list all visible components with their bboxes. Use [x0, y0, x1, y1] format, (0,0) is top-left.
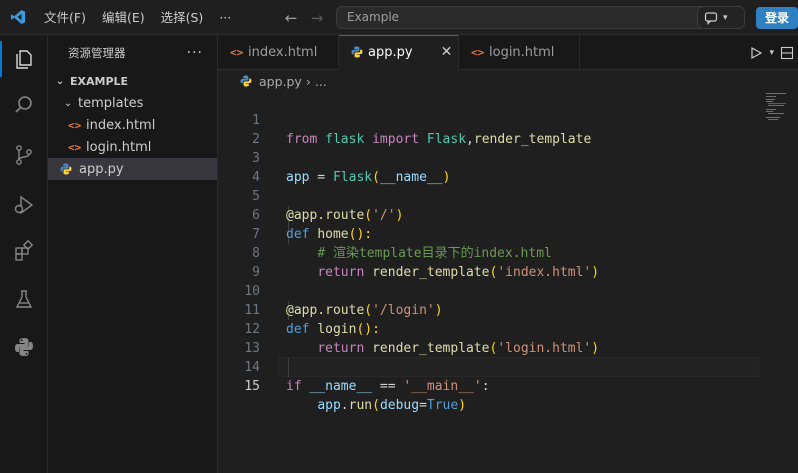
- copilot-chat-icon: [704, 11, 718, 25]
- file-label: app.py: [79, 161, 124, 177]
- chevron-right-icon: ›: [305, 73, 311, 89]
- html-file-icon: <>: [230, 46, 244, 59]
- html-file-icon: <>: [471, 46, 485, 59]
- html-file-icon: <>: [68, 118, 82, 132]
- menu-edit[interactable]: 编辑(E): [94, 0, 153, 35]
- folder-label: templates: [78, 95, 144, 111]
- back-arrow-icon[interactable]: ←: [283, 9, 299, 27]
- title-bar: 文件(F) 编辑(E) 选择(S) ··· ← → Example ▾ 登录: [0, 0, 798, 35]
- folder-templates[interactable]: ⌄ templates: [48, 92, 217, 114]
- token: :: [481, 379, 490, 394]
- editor-actions: ▾: [749, 35, 798, 70]
- code-line-10: 10 @app.route('/login'): [218, 263, 798, 318]
- code-line-11: 11 def login():: [218, 282, 798, 337]
- code-editor[interactable]: 1 from flask import Flask,render_templat…: [218, 92, 798, 473]
- close-icon[interactable]: ✕: [441, 44, 453, 60]
- code-line-2: 2: [218, 111, 798, 147]
- code-line-14: 14 if __name__ == '__main__':: [218, 339, 798, 394]
- code-line-4: 4: [218, 149, 798, 185]
- token: .: [340, 398, 349, 413]
- file-label: index.html: [86, 117, 156, 133]
- menu-bar: 文件(F) 编辑(E) 选择(S) ···: [36, 0, 239, 35]
- token: =: [419, 398, 427, 413]
- tab-label: app.py: [368, 44, 413, 60]
- file-index-html[interactable]: <> index.html: [48, 114, 217, 136]
- breadcrumb: app.py › ...: [218, 70, 798, 92]
- workspace-section[interactable]: ⌄ EXAMPLE: [48, 70, 217, 92]
- workspace-name: EXAMPLE: [70, 74, 129, 88]
- menu-file[interactable]: 文件(F): [36, 0, 94, 35]
- code-line-1: 1 from flask import Flask,render_templat…: [218, 92, 798, 147]
- copilot-button[interactable]: ▾: [697, 6, 745, 29]
- token: (: [372, 398, 380, 413]
- code-line-9: 9: [218, 244, 798, 280]
- file-app-py[interactable]: app.py: [48, 158, 217, 180]
- command-center-search[interactable]: Example: [336, 6, 722, 29]
- token: __name__: [309, 379, 373, 394]
- forward-arrow-icon[interactable]: →: [309, 9, 325, 27]
- line-number: 15: [244, 379, 260, 394]
- chevron-down-icon[interactable]: ▾: [769, 48, 774, 58]
- chevron-down-icon: ▾: [723, 12, 728, 23]
- explorer-icon[interactable]: [0, 37, 48, 81]
- file-login-html[interactable]: <> login.html: [48, 136, 217, 158]
- python-icon[interactable]: [0, 325, 48, 369]
- code-line-8: 8 return render_template('index.html'): [218, 225, 798, 280]
- vscode-logo-icon: [0, 0, 36, 35]
- breadcrumb-symbols[interactable]: ...: [315, 74, 327, 89]
- code-line-6: 6 def home():: [218, 187, 798, 242]
- chevron-down-icon: ⌄: [63, 97, 73, 109]
- run-python-icon[interactable]: [749, 46, 763, 60]
- token: '__main__': [403, 379, 482, 394]
- tab-label: login.html: [489, 45, 555, 60]
- code-line-5: 5 @app.route('/'): [218, 168, 798, 223]
- token: debug: [379, 398, 420, 413]
- run-debug-icon[interactable]: [0, 183, 48, 227]
- testing-icon[interactable]: [0, 277, 48, 321]
- html-file-icon: <>: [68, 140, 82, 154]
- token: True: [426, 398, 459, 413]
- token: app: [317, 398, 341, 413]
- explorer-sidebar: 资源管理器 ··· ⌄ EXAMPLE ⌄ templates <> index…: [48, 35, 218, 473]
- token: run: [348, 398, 373, 413]
- python-file-icon: [351, 46, 363, 58]
- activity-bar: [0, 35, 48, 473]
- search-icon[interactable]: [0, 83, 48, 127]
- tab-index-html[interactable]: <> index.html: [218, 35, 339, 70]
- tab-app-py[interactable]: app.py ✕: [339, 35, 459, 70]
- menu-selection[interactable]: 选择(S): [153, 0, 212, 35]
- code-line-7: 7 # 渲染template目录下的index.html: [218, 206, 798, 261]
- breadcrumb-file[interactable]: app.py: [259, 74, 302, 89]
- chevron-down-icon: ⌄: [55, 75, 65, 87]
- extensions-icon[interactable]: [0, 229, 48, 273]
- navigation-arrows: ← →: [283, 0, 325, 35]
- file-label: login.html: [86, 139, 152, 155]
- explorer-header: 资源管理器 ···: [48, 35, 217, 70]
- minimap[interactable]: [766, 92, 796, 132]
- split-editor-icon[interactable]: [780, 46, 794, 60]
- code-line-3: 3 app = Flask(__name__): [218, 130, 798, 185]
- tab-login-html[interactable]: <> login.html: [459, 35, 580, 70]
- python-file-icon: [60, 163, 74, 175]
- python-file-icon: [240, 75, 254, 87]
- source-control-icon[interactable]: [0, 133, 48, 177]
- login-button[interactable]: 登录: [756, 7, 798, 29]
- more-actions-icon[interactable]: ···: [187, 45, 203, 61]
- code-line-12: 12 return render_template('login.html'): [218, 301, 798, 356]
- token: if: [286, 379, 302, 394]
- editor-tabs: <> index.html app.py ✕ <> login.html ▾: [218, 35, 798, 70]
- tab-label: index.html: [248, 45, 318, 60]
- explorer-title: 资源管理器: [68, 45, 126, 60]
- token: ==: [372, 379, 404, 394]
- token: ): [458, 398, 467, 413]
- menu-more[interactable]: ···: [211, 0, 239, 35]
- code-line-15: 15 app.run(debug=True): [218, 358, 798, 413]
- code-line-13: 13: [218, 320, 798, 356]
